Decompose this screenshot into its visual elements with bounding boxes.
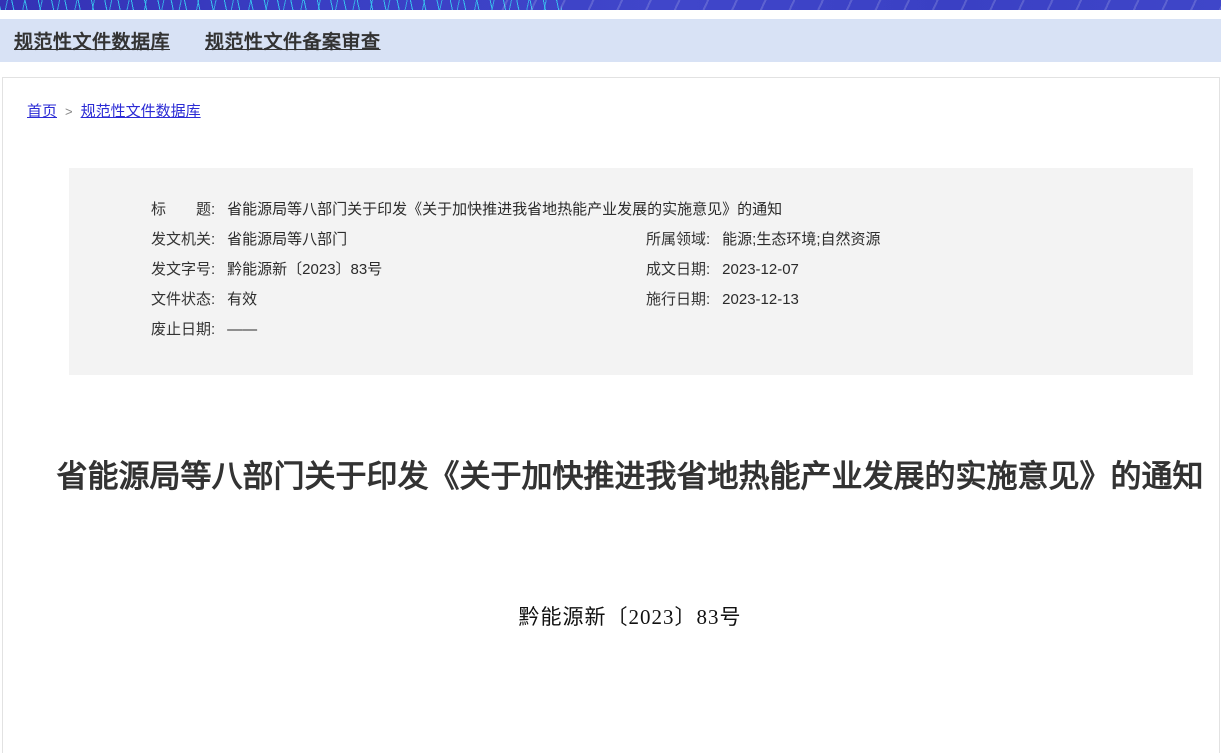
field-subject-domain-label: 所属领域: <box>646 225 710 255</box>
field-document-status-value: 有效 <box>227 285 257 315</box>
tab-bar: 规范性文件数据库 规范性文件备案审查 <box>0 19 1221 62</box>
meta-row-agency-domain: 发文机关: 省能源局等八部门 所属领域: 能源;生态环境;自然资源 <box>151 225 1193 255</box>
field-document-number-label: 发文字号: <box>151 255 215 285</box>
field-written-date-value: 2023-12-07 <box>722 255 799 285</box>
field-written-date: 成文日期: 2023-12-07 <box>646 255 799 285</box>
document-metadata-box: 标 题: 省能源局等八部门关于印发《关于加快推进我省地热能产业发展的实施意见》的… <box>69 168 1193 375</box>
tab-normative-documents-filing-review[interactable]: 规范性文件备案审查 <box>205 27 381 54</box>
field-repeal-date-value: —— <box>227 315 257 345</box>
page-container: 首页 > 规范性文件数据库 标 题: 省能源局等八部门关于印发《关于加快推进我省… <box>2 77 1220 753</box>
field-document-status-label: 文件状态: <box>151 285 215 315</box>
field-document-number-value: 黔能源新〔2023〕83号 <box>227 255 382 285</box>
breadcrumb: 首页 > 规范性文件数据库 <box>3 78 1219 121</box>
tab-normative-documents-database[interactable]: 规范性文件数据库 <box>14 27 170 54</box>
field-subject-domain-value: 能源;生态环境;自然资源 <box>722 225 880 255</box>
field-effective-date: 施行日期: 2023-12-13 <box>646 285 799 315</box>
meta-row-repeal: 废止日期: —— <box>151 315 1193 345</box>
field-effective-date-value: 2023-12-13 <box>722 285 799 315</box>
field-effective-date-label: 施行日期: <box>646 285 710 315</box>
meta-row-title: 标 题: 省能源局等八部门关于印发《关于加快推进我省地热能产业发展的实施意见》的… <box>151 195 1193 225</box>
breadcrumb-current-link[interactable]: 规范性文件数据库 <box>81 102 201 121</box>
meta-row-docnum-date: 发文字号: 黔能源新〔2023〕83号 成文日期: 2023-12-07 <box>151 255 1193 285</box>
field-written-date-label: 成文日期: <box>646 255 710 285</box>
field-title-value: 省能源局等八部门关于印发《关于加快推进我省地热能产业发展的实施意见》的通知 <box>227 195 782 225</box>
decorative-banner <box>0 0 1221 10</box>
banner-streaks-pattern <box>488 0 1221 10</box>
field-subject-domain: 所属领域: 能源;生态环境;自然资源 <box>646 225 881 255</box>
field-issuing-agency-value: 省能源局等八部门 <box>227 225 347 255</box>
field-repeal-date-label: 废止日期: <box>151 315 215 345</box>
page-title: 省能源局等八部门关于印发《关于加快推进我省地热能产业发展的实施意见》的通知 <box>55 448 1205 506</box>
banner-mesh-pattern <box>0 0 562 10</box>
field-document-number: 发文字号: 黔能源新〔2023〕83号 <box>151 255 646 285</box>
field-issuing-agency-label: 发文机关: <box>151 225 215 255</box>
breadcrumb-separator: > <box>65 102 73 121</box>
field-repeal-date: 废止日期: —— <box>151 315 646 345</box>
field-document-status: 文件状态: 有效 <box>151 285 646 315</box>
field-title: 标 题: 省能源局等八部门关于印发《关于加快推进我省地热能产业发展的实施意见》的… <box>151 195 782 225</box>
field-issuing-agency: 发文机关: 省能源局等八部门 <box>151 225 646 255</box>
field-title-label: 标 题: <box>151 195 215 225</box>
document-number-line: 黔能源新〔2023〕83号 <box>55 601 1205 631</box>
meta-row-status-effective: 文件状态: 有效 施行日期: 2023-12-13 <box>151 285 1193 315</box>
breadcrumb-home-link[interactable]: 首页 <box>27 102 57 121</box>
